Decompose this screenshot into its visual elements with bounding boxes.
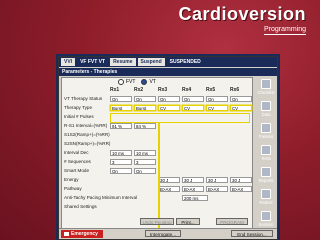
radio-vt[interactable]: VT: [141, 79, 156, 85]
row-label: Shared Settings: [64, 204, 97, 209]
column-header: Rx1: [110, 87, 120, 93]
table-cell[interactable]: On: [182, 95, 204, 102]
therapy-type-highlight: [110, 113, 250, 123]
table-cell[interactable]: 3: [110, 158, 132, 165]
tab-vvi[interactable]: VVI: [61, 58, 76, 66]
row-label: S2SN(Ramp+)=(%RR): [64, 141, 111, 146]
therapy-table: FVT VT Rx1 Rx2 Rx3 Rx4 Rx5 Rx6 VT Therapy Sta…: [61, 77, 253, 236]
table-cell[interactable]: On: [134, 95, 156, 102]
column-header: Rx5: [206, 87, 216, 93]
table-cell[interactable]: CV: [206, 104, 228, 111]
sidebar-item-label: Tests: [261, 156, 271, 161]
radio-fvt[interactable]: FVT: [118, 79, 135, 85]
table-cell[interactable]: On: [134, 167, 156, 174]
row-label: Anti-Tachy Pacing Minimum Interval: [64, 195, 138, 200]
column-header: Rx3: [158, 87, 168, 93]
row-label: Initial # Pulses: [64, 114, 94, 119]
program-button[interactable]: PROGRAM: [216, 218, 248, 225]
radio-vt-label: VT: [149, 79, 156, 85]
sidebar-item-label: Session: [258, 222, 274, 227]
table-cell[interactable]: B>AX: [206, 185, 228, 192]
tab-vf-fvt-vt[interactable]: VF FVT VT: [77, 58, 108, 66]
sidebar-item-label: Data: [261, 112, 271, 117]
zone-selector: FVT VT: [118, 79, 156, 85]
table-cell[interactable]: Burst: [110, 104, 132, 111]
patient-icon: [261, 189, 271, 199]
radio-fvt-dot: [118, 79, 124, 85]
undo-pending-button[interactable]: Undo Pending: [140, 218, 174, 225]
radio-fvt-label: FVT: [126, 79, 136, 85]
row-label: # Sequences: [64, 159, 91, 164]
table-cell[interactable]: On: [206, 95, 228, 102]
sidebar-item-reports[interactable]: Reports: [255, 167, 277, 183]
sidebar-item-patient[interactable]: Patient: [255, 189, 277, 205]
resume-button[interactable]: Resume: [110, 58, 136, 66]
table-cell[interactable]: Burst: [134, 104, 156, 111]
row-label: Energy: [64, 177, 79, 182]
row-label: VT Therapy Status: [64, 96, 103, 101]
data-icon: [261, 101, 271, 111]
row-label: Smart Mode: [64, 168, 90, 173]
table-cell[interactable]: On: [110, 95, 132, 102]
column-header: Rx2: [134, 87, 144, 93]
table-cell[interactable]: On: [158, 95, 180, 102]
table-cell[interactable]: 30 J: [182, 176, 204, 183]
row-label: Interval Dec: [64, 150, 89, 155]
table-cell[interactable]: CV: [230, 104, 252, 111]
table-cell[interactable]: CV: [182, 104, 204, 111]
sidebar-item-tests[interactable]: Tests: [255, 145, 277, 161]
row-label: Pathway: [64, 186, 82, 191]
highlight-arrow-line: [158, 123, 160, 231]
table-cell[interactable]: On: [230, 95, 252, 102]
end-session-button[interactable]: End Session...: [231, 230, 273, 237]
suspended-status: SUSPENDED: [169, 59, 201, 65]
mode-tabbar: VVI VF FVT VT Resume Suspend SUSPENDED: [59, 57, 277, 67]
table-cell[interactable]: 30 J: [206, 176, 228, 183]
emergency-button[interactable]: Emergency: [61, 230, 103, 238]
table-cell[interactable]: 200 ms: [182, 194, 208, 201]
table-cell[interactable]: 30 J: [158, 176, 180, 183]
sidebar-item-label: Reports: [258, 178, 274, 183]
params-icon: [261, 123, 271, 133]
panel-title: Parameters - Therapies: [59, 68, 277, 76]
emergency-label: Emergency: [71, 231, 98, 237]
sidebar-item-params[interactable]: Params: [255, 123, 277, 139]
sidebar-item-checklist[interactable]: Checklist: [255, 79, 277, 95]
row-label: S1S2(Ramp+)=(%RR): [64, 132, 110, 137]
table-cell[interactable]: B>AX: [230, 185, 252, 192]
emergency-icon: [64, 232, 69, 236]
programmer-window: VVI VF FVT VT Resume Suspend SUSPENDED P…: [58, 56, 278, 240]
reports-icon: [261, 167, 271, 177]
tests-icon: [261, 145, 271, 155]
table-cell[interactable]: 30 J: [230, 176, 252, 183]
row-label: Therapy Type: [64, 105, 93, 110]
column-header: Rx4: [182, 87, 192, 93]
table-cell[interactable]: On: [110, 167, 132, 174]
print-button[interactable]: Print...: [176, 218, 200, 225]
slide-subtitle: Programming: [263, 26, 306, 35]
table-cell[interactable]: 3: [134, 158, 156, 165]
sidebar-item-session[interactable]: Session: [255, 211, 277, 227]
session-icon: [261, 211, 271, 221]
sidebar-item-label: Checklist: [257, 90, 275, 95]
sidebar-item-label: Params: [258, 134, 274, 139]
radio-vt-dot: [141, 79, 148, 85]
checklist-icon: [261, 79, 271, 89]
right-sidebar: Checklist Data Params Tests Reports Pati…: [255, 77, 277, 227]
interrogate-button[interactable]: Interrogate...: [145, 230, 181, 237]
table-cell[interactable]: B>AX: [182, 185, 204, 192]
table-cell[interactable]: 10 ms: [134, 149, 156, 156]
table-cell[interactable]: 84 %: [134, 122, 156, 129]
slide-title: Cardioversion: [178, 4, 306, 24]
row-label: R-S1 Interval=(%RR): [64, 123, 108, 128]
suspend-button[interactable]: Suspend: [137, 58, 165, 66]
table-cell[interactable]: 91 %: [110, 122, 132, 129]
column-header: Rx6: [230, 87, 240, 93]
table-cell[interactable]: B>AX: [158, 185, 180, 192]
table-cell[interactable]: 10 ms: [110, 149, 132, 156]
sidebar-item-data[interactable]: Data: [255, 101, 277, 117]
bottom-bar: Emergency Interrogate... End Session...: [59, 228, 277, 239]
sidebar-item-label: Patient: [259, 200, 273, 205]
table-cell[interactable]: CV: [158, 104, 180, 111]
